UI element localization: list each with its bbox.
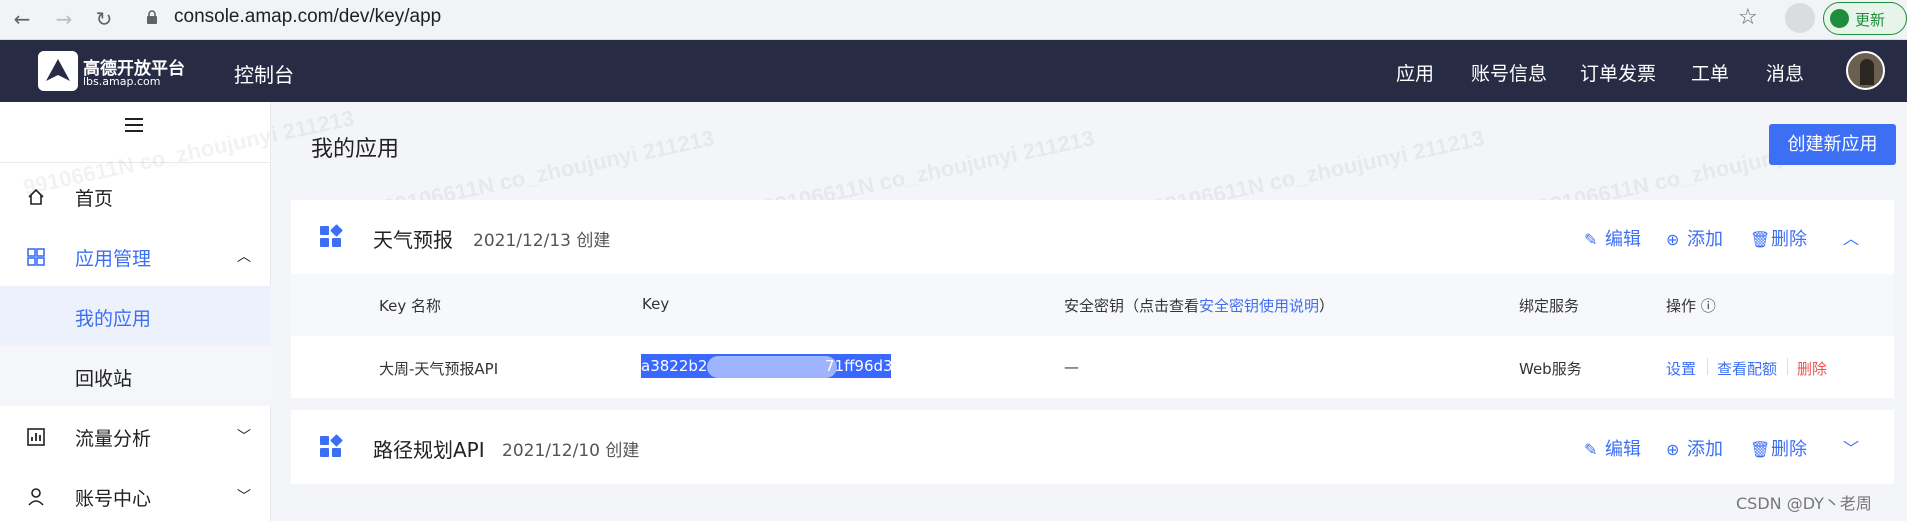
edit-button[interactable]: ✎ 编辑 <box>1584 435 1641 461</box>
create-app-button[interactable]: 创建新应用 <box>1769 124 1896 165</box>
page-title: 我的应用 <box>311 137 400 162</box>
edit-label: 编辑 <box>1605 439 1641 460</box>
secret-cell: — <box>1064 358 1079 376</box>
key-value-end: 71ff96d3 <box>825 357 893 375</box>
add-label: 添加 <box>1687 229 1723 250</box>
update-avatar-icon <box>1830 9 1849 28</box>
add-label: 添加 <box>1687 439 1723 460</box>
add-button[interactable]: ⊕ 添加 <box>1666 225 1723 251</box>
forward-icon[interactable]: → <box>52 7 76 31</box>
reload-icon[interactable]: ↻ <box>92 7 116 31</box>
app-created-date: 2021/12/13 创建 <box>473 231 611 251</box>
edit-icon: ✎ <box>1584 440 1598 459</box>
app-card: 天气预报 2021/12/13 创建 ✎ 编辑 ⊕ 添加 🗑删除 ︿ Key 名称 … <box>291 200 1894 398</box>
secret-header-suffix: ） <box>1319 297 1335 315</box>
update-button[interactable]: 更新 <box>1823 2 1907 35</box>
url-text[interactable]: console.amap.com/dev/key/app <box>174 6 441 28</box>
app-card-header: 路径规划API 2021/12/10 创建 ✎ 编辑 ⊕ 添加 🗑删除 ﹀ <box>291 410 1894 484</box>
chevron-down-icon[interactable]: ﹀ <box>1843 435 1859 459</box>
delete-label: 删除 <box>1771 439 1807 460</box>
key-redaction <box>707 356 837 378</box>
app-name: 天气预报 <box>373 228 453 252</box>
edit-label: 编辑 <box>1605 229 1641 250</box>
column-header-key: Key <box>642 295 670 313</box>
column-header-key-name: Key 名称 <box>379 297 441 315</box>
csdn-credit: CSDN @DY丶老周 <box>1736 494 1872 513</box>
chevron-up-icon[interactable]: ︿ <box>1843 225 1859 249</box>
column-header-secret: 安全密钥（点击查看安全密钥使用说明） <box>1064 295 1334 316</box>
lock-icon <box>147 10 157 24</box>
secret-help-link[interactable]: 安全密钥使用说明 <box>1199 297 1319 315</box>
chevron-up-icon: ︿ <box>237 249 251 265</box>
back-icon[interactable]: ← <box>10 7 34 31</box>
sidebar-item-label: 应用管理 <box>75 248 152 270</box>
nav-tickets[interactable]: 工单 <box>1691 59 1729 86</box>
service-cell: Web服务 <box>1519 360 1582 378</box>
chevron-down-icon: ﹀ <box>237 489 251 505</box>
nav-messages[interactable]: 消息 <box>1766 59 1804 86</box>
add-circle-icon: ⊕ <box>1666 230 1680 249</box>
logo-domain: lbs.amap.com <box>83 75 161 88</box>
info-icon[interactable]: ⓘ <box>1701 297 1716 315</box>
delete-label: 删除 <box>1771 229 1807 250</box>
op-divider <box>1787 358 1788 375</box>
delete-button[interactable]: 🗑删除 <box>1750 435 1807 461</box>
add-button[interactable]: ⊕ 添加 <box>1666 435 1723 461</box>
edit-button[interactable]: ✎ 编辑 <box>1584 225 1641 251</box>
grid-icon <box>27 248 45 266</box>
app-name: 路径规划API <box>373 438 485 462</box>
menu-toggle-icon[interactable] <box>125 117 143 133</box>
browser-toolbar: ← → ↻ console.amap.com/dev/key/app ☆ 更新 <box>0 0 1907 40</box>
app-card: 路径规划API 2021/12/10 创建 ✎ 编辑 ⊕ 添加 🗑删除 ﹀ <box>291 410 1894 484</box>
sidebar-item-account-center[interactable]: 账号中心 ﹀ <box>0 466 271 521</box>
table-row: 大周-天气预报API a3822b28 71ff96d3 — Web服务 设置 … <box>291 336 1894 398</box>
app-icon <box>320 224 343 248</box>
sidebar-item-my-apps[interactable]: 我的应用 <box>0 286 271 346</box>
avatar[interactable] <box>1846 51 1885 90</box>
nav-apps[interactable]: 应用 <box>1396 59 1434 86</box>
edit-icon: ✎ <box>1584 230 1598 249</box>
sidebar-item-app-management[interactable]: 应用管理 ︿ <box>0 226 271 286</box>
nav-account-info[interactable]: 账号信息 <box>1471 59 1547 86</box>
key-value-start: a3822b28 <box>641 357 717 375</box>
app-header: 高德开放平台 lbs.amap.com 控制台 应用 账号信息 订单发票 工单 … <box>0 40 1907 102</box>
user-icon <box>28 488 44 506</box>
key-name-cell: 大周-天气预报API <box>379 360 499 378</box>
view-quota-link[interactable]: 查看配额 <box>1717 358 1777 379</box>
update-label: 更新 <box>1855 11 1886 29</box>
key-value-cell[interactable]: a3822b28 71ff96d3 <box>641 354 893 378</box>
sidebar-item-label: 回收站 <box>75 368 133 390</box>
secret-header-prefix: 安全密钥（点击查看 <box>1064 297 1200 315</box>
sidebar-item-label: 流量分析 <box>75 428 152 450</box>
settings-link[interactable]: 设置 <box>1666 358 1696 379</box>
sidebar-item-label: 账号中心 <box>75 488 152 510</box>
app-created-date: 2021/12/10 创建 <box>502 441 640 461</box>
table-header-row: Key 名称 Key 安全密钥（点击查看安全密钥使用说明） 绑定服务 操作 ⓘ <box>291 274 1894 336</box>
op-divider <box>1707 358 1708 375</box>
sidebar-item-recycle-bin[interactable]: 回收站 <box>0 346 271 406</box>
delete-key-link[interactable]: 删除 <box>1797 358 1827 379</box>
bookmark-star-icon[interactable]: ☆ <box>1738 5 1758 30</box>
column-header-service: 绑定服务 <box>1519 297 1580 315</box>
add-circle-icon: ⊕ <box>1666 440 1680 459</box>
delete-button[interactable]: 🗑删除 <box>1750 225 1807 251</box>
amap-logo-icon[interactable] <box>38 51 78 91</box>
nav-invoices[interactable]: 订单发票 <box>1580 59 1656 86</box>
sidebar-item-traffic-analysis[interactable]: 流量分析 ﹀ <box>0 406 271 466</box>
app-card-header: 天气预报 2021/12/13 创建 ✎ 编辑 ⊕ 添加 🗑删除 ︿ <box>291 200 1894 274</box>
bar-chart-icon <box>27 428 45 446</box>
console-title[interactable]: 控制台 <box>234 59 294 88</box>
profile-icon[interactable] <box>1785 3 1815 33</box>
trash-icon: 🗑 <box>1750 440 1771 459</box>
sidebar-item-label: 我的应用 <box>75 308 152 330</box>
app-icon <box>320 434 343 458</box>
chevron-down-icon: ﹀ <box>237 429 251 445</box>
trash-icon: 🗑 <box>1750 230 1771 249</box>
ops-label: 操作 <box>1666 297 1697 315</box>
column-header-ops: 操作 ⓘ <box>1666 295 1716 316</box>
